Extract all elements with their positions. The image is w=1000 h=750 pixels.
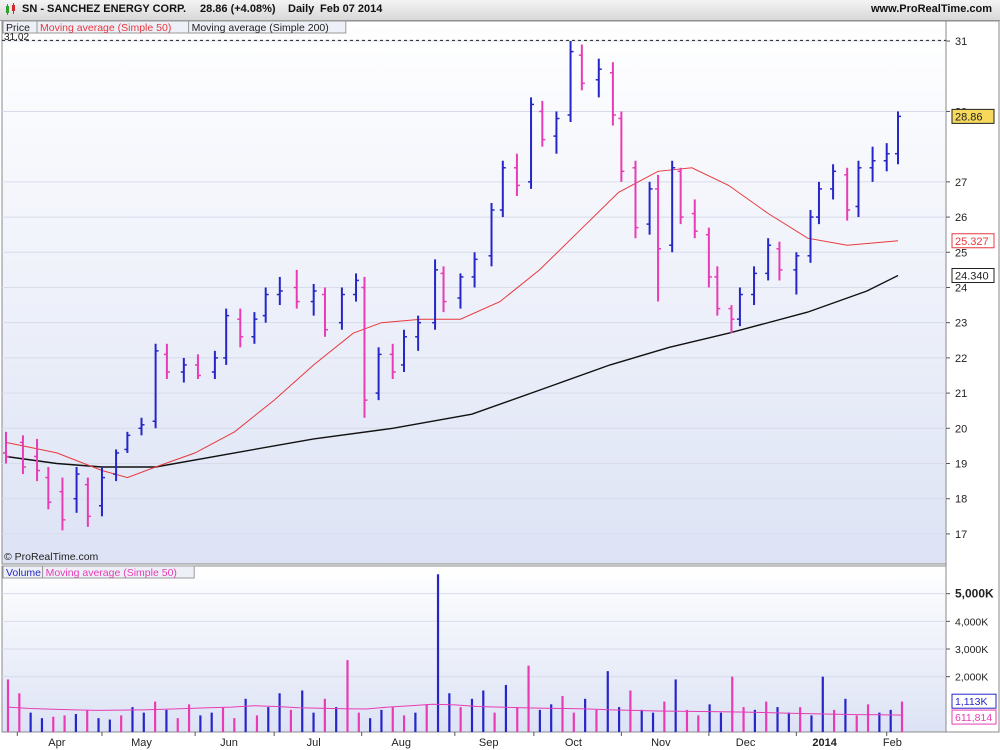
price-tick-label: 27 <box>955 177 967 189</box>
price-tick-label: 24 <box>955 282 967 294</box>
stock-chart: 17181920212223242526272931AprMayJunJulAu… <box>1 20 1000 749</box>
price-legend-label: Moving average (Simple 200) <box>192 22 329 34</box>
volume-legend-label: Moving average (Simple 50) <box>46 567 177 579</box>
time-tick-label: Jul <box>307 737 321 749</box>
price-tick-label: 21 <box>955 388 967 400</box>
price-tick-label: 23 <box>955 318 967 330</box>
ma50-tag: 25.327 <box>955 236 989 248</box>
price-tick-label: 20 <box>955 423 967 435</box>
price-tick-label: 18 <box>955 494 967 506</box>
volume-ma-tag: 611,814 <box>955 712 992 724</box>
time-tick-label: Nov <box>651 737 671 749</box>
price-panel-bg <box>1 20 947 565</box>
time-tick-label: Feb <box>883 737 902 749</box>
last-price-tag: 28.86 <box>955 111 983 123</box>
time-tick-label: Oct <box>565 737 582 749</box>
max-price-label: 31.02 <box>4 32 29 43</box>
price-tick-label: 19 <box>955 459 967 471</box>
last-volume-tag: 1,113K <box>955 696 988 708</box>
price-tick-label: 31 <box>955 36 967 48</box>
time-tick-label: 2014 <box>812 737 837 749</box>
price-tick-label: 25 <box>955 247 967 259</box>
volume-legend-label: Volume <box>6 567 41 579</box>
copyright-label: © ProRealTime.com <box>4 551 99 563</box>
time-tick-label: Dec <box>736 737 756 749</box>
volume-tick-label: 4,000K <box>955 616 988 628</box>
time-tick-label: Apr <box>48 737 65 749</box>
time-tick-label: Jun <box>220 737 238 749</box>
volume-tick-label: 5,000K <box>955 587 994 601</box>
price-legend-label: Moving average (Simple 50) <box>40 22 171 34</box>
price-tick-label: 22 <box>955 353 967 365</box>
ma200-tag: 24.340 <box>955 271 989 283</box>
volume-tick-label: 3,000K <box>955 644 988 656</box>
volume-tick-label: 2,000K <box>955 672 988 684</box>
time-tick-label: Sep <box>479 737 499 749</box>
time-tick-label: Aug <box>391 737 411 749</box>
price-tick-label: 26 <box>955 212 967 224</box>
time-tick-label: May <box>131 737 152 749</box>
price-tick-label: 17 <box>955 529 967 541</box>
